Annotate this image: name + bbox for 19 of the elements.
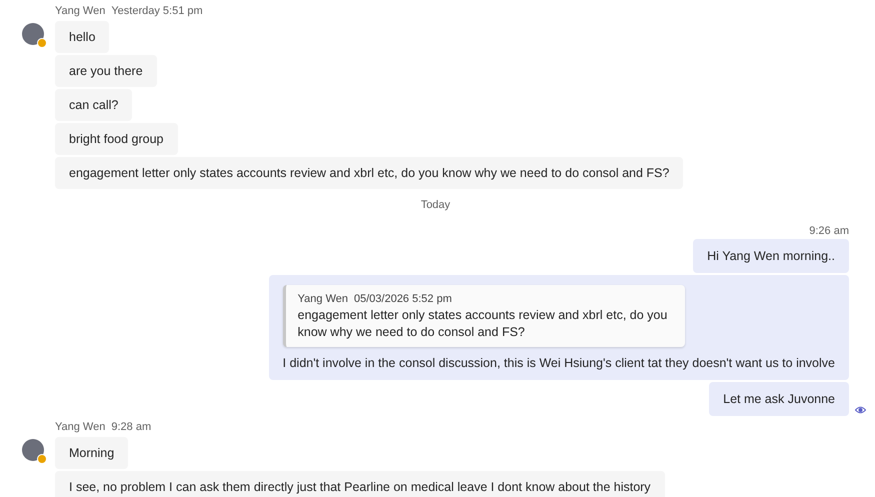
message-bubble: bright food group xyxy=(55,123,178,155)
message-bubble: Hi Yang Wen morning.. xyxy=(693,239,849,273)
message-bubble: I see, no problem I can ask them directly just that Pearline on medical leave I dont know about the history xyxy=(55,471,665,497)
message-bubble: are you there xyxy=(55,55,157,87)
message-time: 9:28 am xyxy=(111,421,152,433)
quoted-message[interactable]: Yang Wen 05/03/2026 5:52 pm engagement letter only states accounts review and xbrl etc, do you know why we need to do consol and FS? xyxy=(282,285,685,347)
avatar[interactable] xyxy=(22,23,44,45)
message-bubble: engagement letter only states accounts review and xbrl etc, do you know why we need to do consol and FS? xyxy=(55,157,684,189)
message-bubble: can call? xyxy=(55,89,132,121)
date-divider: Today xyxy=(420,199,452,211)
message-bubble: Let me ask Juvonne xyxy=(709,382,849,416)
message-time: Yesterday 5:51 pm xyxy=(111,5,203,17)
message-bubble: Morning xyxy=(55,437,128,469)
message-bubble: hello xyxy=(55,21,110,53)
message-text: I didn't involve in the consol discussion, this is Wei Hsiung's client tat they doesn't want us to involve xyxy=(282,355,835,371)
avatar[interactable] xyxy=(22,439,44,461)
sender-name: Yang Wen xyxy=(55,5,106,17)
message-time: 9:26 am xyxy=(809,225,849,237)
sender-name: Yang Wen xyxy=(55,421,106,433)
